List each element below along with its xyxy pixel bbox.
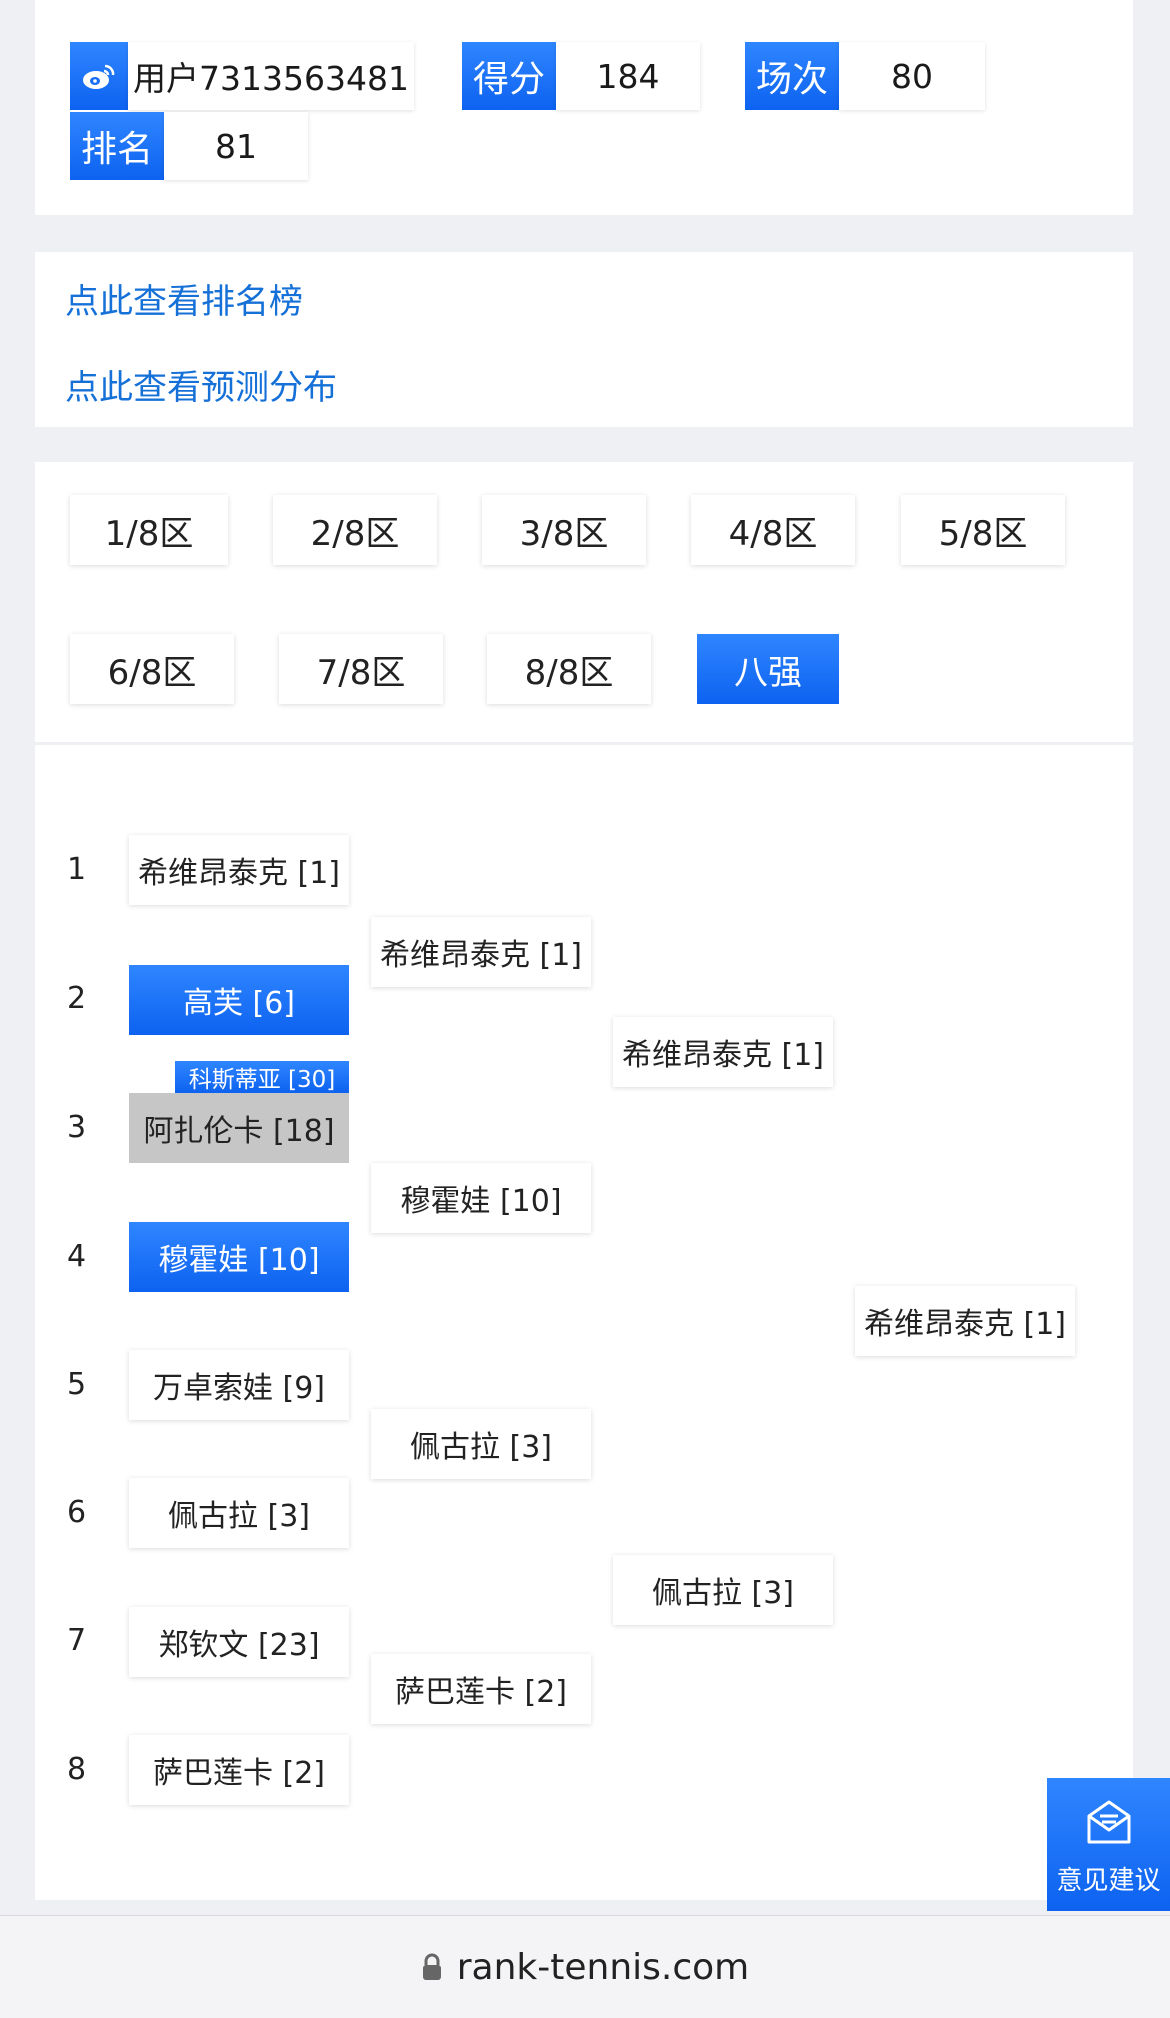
matches-label: 场次 [745, 42, 839, 110]
final-winner[interactable]: 希维昂泰克 [1] [855, 1286, 1075, 1356]
lock-icon [422, 1953, 441, 1980]
seed-number: 8 [67, 1752, 87, 1787]
r1-player-6[interactable]: 佩古拉 [3] [129, 1478, 349, 1548]
r1-player-7[interactable]: 郑钦文 [23] [129, 1607, 349, 1677]
username: 用户7313563481 [128, 42, 414, 110]
r2-player-2[interactable]: 穆霍娃 [10] [371, 1163, 591, 1233]
tab-region-6[interactable]: 6/8区 [70, 634, 234, 704]
seed-number: 2 [67, 981, 87, 1016]
tab-region-1[interactable]: 1/8区 [70, 495, 228, 565]
tab-quarterfinals[interactable]: 八强 [697, 634, 839, 704]
r3-player-2[interactable]: 佩古拉 [3] [613, 1555, 833, 1625]
tab-region-4[interactable]: 4/8区 [691, 495, 855, 565]
r1-player-2[interactable]: 高芙 [6] [129, 965, 349, 1035]
rank-label: 排名 [70, 112, 164, 180]
url-text: rank-tennis.com [456, 1946, 750, 1988]
r1-player-5[interactable]: 万卓索娃 [9] [129, 1350, 349, 1420]
seed-number: 5 [67, 1367, 87, 1402]
region-tabs-card: 1/8区 2/8区 3/8区 4/8区 5/8区 6/8区 7/8区 8/8区 … [35, 462, 1133, 742]
score-label: 得分 [462, 42, 556, 110]
r1-player-3[interactable]: 阿扎伦卡 [18] [129, 1093, 349, 1163]
r2-player-3[interactable]: 佩古拉 [3] [371, 1409, 591, 1479]
r2-player-4[interactable]: 萨巴莲卡 [2] [371, 1654, 591, 1724]
tab-region-8[interactable]: 8/8区 [487, 634, 651, 704]
seed-number: 3 [67, 1110, 87, 1145]
user-stats-card: 用户7313563481 得分 184 场次 80 排名 81 [35, 0, 1133, 215]
matches-value: 80 [839, 42, 985, 110]
links-card: 点此查看排名榜 点此查看预测分布 [35, 252, 1133, 427]
r1-player-4[interactable]: 穆霍娃 [10] [129, 1222, 349, 1292]
feedback-label: 意见建议 [1056, 1866, 1161, 1896]
tab-region-3[interactable]: 3/8区 [482, 495, 646, 565]
distribution-link[interactable]: 点此查看预测分布 [65, 360, 337, 409]
replacement-tag: 科斯蒂亚 [30] [175, 1061, 349, 1093]
seed-number: 1 [67, 852, 87, 887]
r1-player-1[interactable]: 希维昂泰克 [1] [129, 835, 349, 905]
mail-icon [1087, 1800, 1130, 1844]
bracket-card: 1 希维昂泰克 [1] 2 高芙 [6] 科斯蒂亚 [30] 3 阿扎伦卡 [1… [35, 745, 1133, 1900]
tab-region-7[interactable]: 7/8区 [279, 634, 443, 704]
score-value: 184 [556, 42, 700, 110]
seed-number: 7 [67, 1623, 87, 1658]
seed-number: 4 [67, 1239, 87, 1274]
weibo-icon [70, 42, 128, 110]
seed-number: 6 [67, 1495, 87, 1530]
r3-player-1[interactable]: 希维昂泰克 [1] [613, 1017, 833, 1087]
browser-address-bar[interactable]: rank-tennis.com [0, 1915, 1170, 2018]
r2-player-1[interactable]: 希维昂泰克 [1] [371, 917, 591, 987]
ranking-link[interactable]: 点此查看排名榜 [65, 274, 303, 323]
feedback-button[interactable]: 意见建议 [1047, 1778, 1170, 1911]
tab-region-5[interactable]: 5/8区 [901, 495, 1065, 565]
r1-player-8[interactable]: 萨巴莲卡 [2] [129, 1735, 349, 1805]
rank-value: 81 [164, 112, 308, 180]
tab-region-2[interactable]: 2/8区 [273, 495, 437, 565]
